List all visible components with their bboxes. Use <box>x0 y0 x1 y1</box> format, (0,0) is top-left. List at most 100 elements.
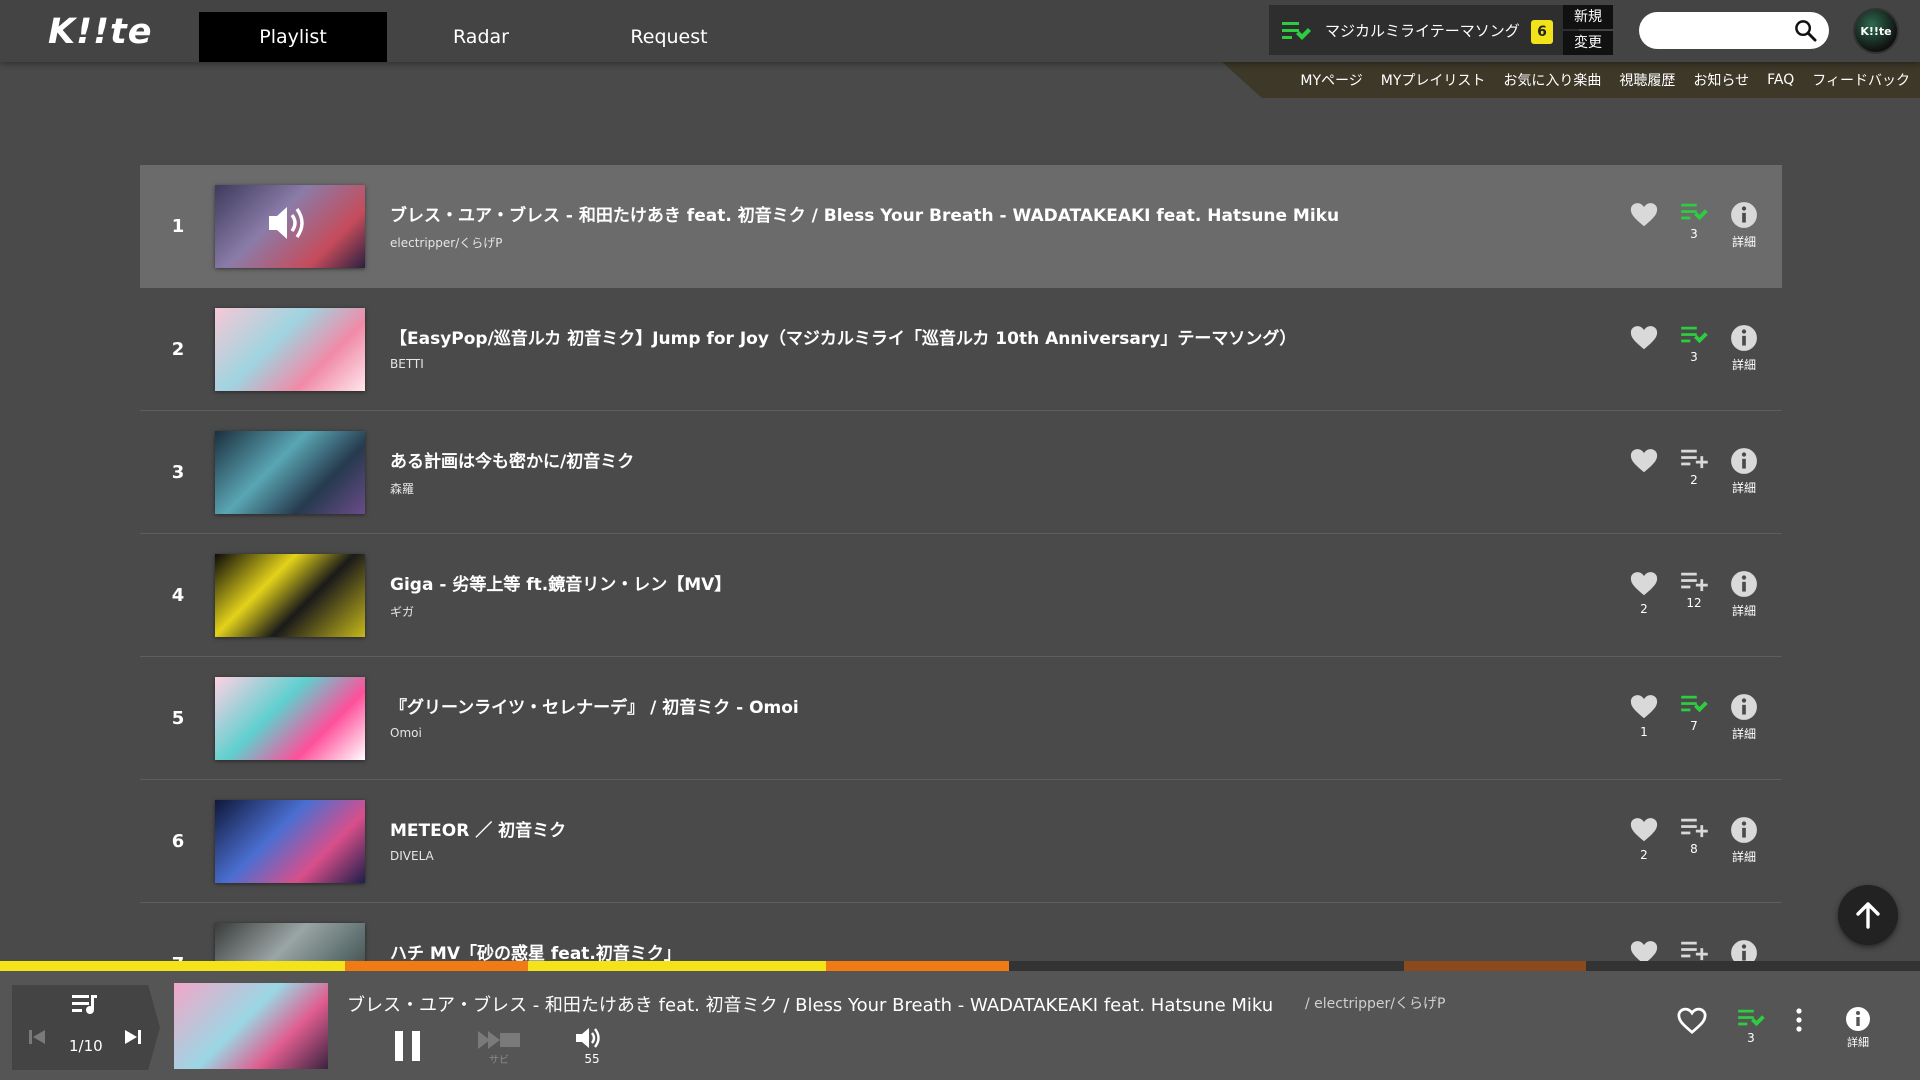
track-thumbnail[interactable] <box>215 431 365 514</box>
player-bar: 1/10 ブレス・ユア・ブレス - 和田たけあき feat. 初音ミク / Bl… <box>0 971 1920 1080</box>
subnav-favorites[interactable]: お気に入り楽曲 <box>1503 70 1601 90</box>
subnav-faq[interactable]: FAQ <box>1767 72 1794 88</box>
track-title[interactable]: Giga - 劣等上等 ft.鏡音リン・レン【MV】 <box>390 570 731 595</box>
playlist-buttons: 新規 変更 <box>1563 5 1613 57</box>
track-title[interactable]: ある計画は今も密かに/初音ミク <box>390 447 634 472</box>
progress-segment-section[interactable] <box>826 961 1009 971</box>
scroll-to-top-button[interactable] <box>1838 885 1898 945</box>
info-icon <box>1731 448 1757 474</box>
track-artist[interactable]: BETTI <box>390 357 424 371</box>
playlist-add-count: 7 <box>1690 719 1698 733</box>
track-artist[interactable]: DIVELA <box>390 849 434 863</box>
previous-track-icon[interactable] <box>28 1029 46 1045</box>
add-to-playlist-button[interactable]: 3 <box>1674 324 1714 364</box>
search-input[interactable] <box>1653 18 1793 42</box>
subnav-mypage[interactable]: MYページ <box>1300 70 1362 90</box>
details-button[interactable]: 詳細 <box>1724 447 1764 495</box>
details-button[interactable]: 詳細 <box>1724 693 1764 741</box>
tab-playlist[interactable]: Playlist <box>199 12 387 62</box>
subnav-history[interactable]: 視聴履歴 <box>1619 70 1675 90</box>
search-icon[interactable] <box>1794 19 1817 42</box>
favorite-button[interactable]: 1 <box>1624 693 1664 739</box>
queue-panel[interactable]: 1/10 <box>12 985 160 1070</box>
player-add-to-playlist-button[interactable]: 3 <box>1733 1007 1769 1045</box>
details-button[interactable]: 詳細 <box>1724 201 1764 249</box>
chorus-skip-icon <box>478 1031 520 1049</box>
track-row[interactable]: 4 Giga - 劣等上等 ft.鏡音リン・レン【MV】 ギガ 2 12 詳細 <box>140 534 1782 657</box>
progress-segment-chorus[interactable] <box>528 961 826 971</box>
playlist-add-count: 12 <box>1686 596 1702 610</box>
subnav-news[interactable]: お知らせ <box>1693 70 1749 90</box>
playlist-check-icon <box>1281 19 1311 43</box>
new-playlist-button[interactable]: 新規 <box>1563 5 1613 29</box>
chorus-skip-button[interactable]: サビ <box>478 1029 520 1066</box>
playlist-count-badge: 6 <box>1531 20 1553 44</box>
add-to-playlist-button[interactable]: 7 <box>1674 693 1714 733</box>
user-avatar[interactable]: K!!te <box>1853 8 1899 54</box>
details-label: 詳細 <box>1731 358 1756 372</box>
song-progress-bar[interactable] <box>0 961 1920 971</box>
track-thumbnail[interactable] <box>215 677 365 760</box>
favorite-button[interactable]: 2 <box>1624 816 1664 862</box>
track-thumbnail[interactable] <box>215 800 365 883</box>
info-icon <box>1846 1007 1870 1031</box>
playlist-selector[interactable]: マジカルミライテーマソング 6 <box>1269 5 1579 55</box>
details-button[interactable]: 詳細 <box>1724 324 1764 372</box>
details-button[interactable]: 詳細 <box>1724 570 1764 618</box>
volume-control[interactable]: 55 <box>574 1026 610 1066</box>
progress-segment-chorus[interactable] <box>0 961 345 971</box>
favorite-count: 2 <box>1640 602 1648 616</box>
track-title[interactable]: 『グリーンライツ・セレナーデ』 / 初音ミク - Omoi <box>390 693 799 718</box>
app-logo[interactable]: K!!te <box>48 12 153 52</box>
playlist-added-icon <box>1681 203 1708 221</box>
track-artist[interactable]: electripper/くらげP <box>390 234 503 251</box>
track-number: 1 <box>171 215 185 237</box>
add-to-playlist-button[interactable]: 8 <box>1674 816 1714 856</box>
track-row[interactable]: 3 ある計画は今も密かに/初音ミク 森羅 2 詳細 <box>140 411 1782 534</box>
player-favorite-button[interactable] <box>1677 1007 1707 1035</box>
playlist-name: マジカルミライテーマソング <box>1325 22 1520 40</box>
add-to-playlist-button[interactable]: 3 <box>1674 201 1714 241</box>
favorite-button[interactable]: 2 <box>1624 570 1664 616</box>
track-thumbnail[interactable] <box>215 308 365 391</box>
add-to-playlist-button[interactable]: 12 <box>1674 570 1714 610</box>
track-row[interactable]: 2 【EasyPop/巡音ルカ 初音ミク】Jump for Joy（マジカルミライ… <box>140 288 1782 411</box>
track-thumbnail[interactable] <box>215 554 365 637</box>
track-artist[interactable]: 森羅 <box>390 480 414 497</box>
track-title[interactable]: ブレス・ユア・ブレス - 和田たけあき feat. 初音ミク / Bless Y… <box>390 201 1339 226</box>
track-row[interactable]: 6 METEOR ／ 初音ミク DIVELA 2 8 詳細 <box>140 780 1782 903</box>
more-options-button[interactable] <box>1794 1007 1804 1033</box>
details-label: 詳細 <box>1731 235 1756 249</box>
player-info-button[interactable]: 詳細 <box>1840 1006 1876 1050</box>
favorite-button[interactable] <box>1624 447 1664 493</box>
track-title[interactable]: METEOR ／ 初音ミク <box>390 816 566 841</box>
queue-icon[interactable] <box>72 993 98 1015</box>
next-track-icon[interactable] <box>124 1029 142 1045</box>
heart-icon <box>1630 203 1658 227</box>
tab-request[interactable]: Request <box>575 12 763 62</box>
heart-outline-icon <box>1677 1007 1707 1035</box>
track-thumbnail[interactable] <box>215 185 365 268</box>
track-artist[interactable]: Omoi <box>390 726 422 740</box>
track-title[interactable]: 【EasyPop/巡音ルカ 初音ミク】Jump for Joy（マジカルミライ「… <box>390 324 1296 349</box>
add-to-playlist-button[interactable]: 2 <box>1674 447 1714 487</box>
progress-segment-section[interactable] <box>345 961 528 971</box>
pause-icon <box>395 1031 420 1061</box>
change-playlist-button[interactable]: 変更 <box>1563 31 1613 55</box>
track-artist[interactable]: ギガ <box>390 603 414 620</box>
favorite-button[interactable] <box>1624 324 1664 370</box>
pause-button[interactable] <box>392 1029 424 1063</box>
subnav-myplaylist[interactable]: MYプレイリスト <box>1381 70 1486 90</box>
tab-radar[interactable]: Radar <box>387 12 575 62</box>
now-playing-artist[interactable]: / electripper/くらげP <box>1305 993 1445 1013</box>
favorite-count <box>1624 233 1664 247</box>
subnav-feedback[interactable]: フィードバック <box>1812 70 1910 90</box>
favorite-button[interactable] <box>1624 201 1664 247</box>
track-row[interactable]: 5 『グリーンライツ・セレナーデ』 / 初音ミク - Omoi Omoi 1 7 詳細 <box>140 657 1782 780</box>
info-icon <box>1731 202 1757 228</box>
progress-segment-section[interactable] <box>1404 961 1586 971</box>
heart-icon <box>1630 572 1658 596</box>
track-row[interactable]: 1 ブレス・ユア・ブレス - 和田たけあき feat. 初音ミク / Bless … <box>140 165 1782 288</box>
playlist-add-count: 8 <box>1690 842 1698 856</box>
details-button[interactable]: 詳細 <box>1724 816 1764 864</box>
